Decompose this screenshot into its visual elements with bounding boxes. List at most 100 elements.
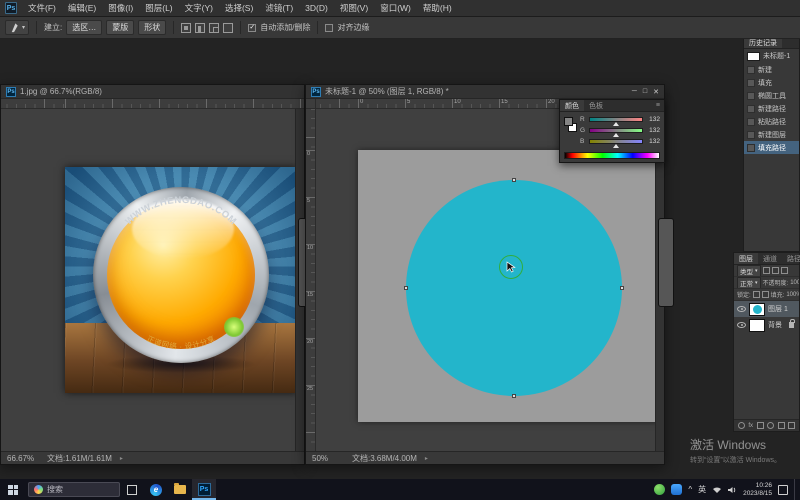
delete-layer-icon[interactable] xyxy=(788,422,795,429)
layer-thumbnail[interactable] xyxy=(749,303,765,316)
visibility-eye-icon[interactable] xyxy=(737,306,746,312)
path-operations-icon[interactable] xyxy=(181,23,191,33)
path-anchor-point[interactable] xyxy=(620,286,624,290)
green-slider[interactable] xyxy=(589,128,643,133)
make-mask-button[interactable]: 蒙版 xyxy=(106,20,134,35)
filter-pixel-icon[interactable] xyxy=(763,267,770,274)
foreground-color-swatch[interactable] xyxy=(564,117,573,126)
layer-row-background[interactable]: 背景 xyxy=(734,317,799,333)
adjustment-layer-icon[interactable] xyxy=(767,422,774,429)
taskbar-search-box[interactable]: 搜索 xyxy=(28,482,120,497)
slider-thumb[interactable] xyxy=(613,133,619,137)
slider-thumb[interactable] xyxy=(613,122,619,126)
path-anchor-point[interactable] xyxy=(512,178,516,182)
tab-color[interactable]: 颜色 xyxy=(560,100,584,111)
layer-style-fx-icon[interactable]: fx xyxy=(748,423,753,429)
wifi-icon[interactable] xyxy=(712,486,722,494)
layer-thumbnail[interactable] xyxy=(749,319,765,332)
menu-window[interactable]: 窗口(W) xyxy=(374,0,417,16)
menu-file[interactable]: 文件(F) xyxy=(22,0,62,16)
history-step[interactable]: 填充 xyxy=(744,76,799,89)
menu-type[interactable]: 文字(Y) xyxy=(179,0,219,16)
path-anchor-point[interactable] xyxy=(512,394,516,398)
document-right-titlebar[interactable]: Ps 未标题-1 @ 50% (图层 1, RGB/8) * ─ □ ✕ xyxy=(306,85,664,99)
tab-swatches[interactable]: 色板 xyxy=(584,100,608,111)
history-step[interactable]: 粘贴路径 xyxy=(744,115,799,128)
make-shape-button[interactable]: 形状 xyxy=(138,20,166,35)
menu-filter[interactable]: 滤镜(T) xyxy=(259,0,299,16)
history-step[interactable]: 椭圆工具 xyxy=(744,89,799,102)
foreground-background-swatches[interactable] xyxy=(564,115,577,145)
blue-value[interactable]: 132 xyxy=(646,138,660,145)
path-arrangement-icon[interactable] xyxy=(209,23,219,33)
scrollbar-thumb[interactable] xyxy=(658,218,674,307)
history-step[interactable]: 新建图层 xyxy=(744,128,799,141)
path-alignment-icon[interactable] xyxy=(195,23,205,33)
green-value[interactable]: 132 xyxy=(646,127,660,134)
lock-transparency-icon[interactable] xyxy=(753,291,760,298)
tray-green-app-icon[interactable] xyxy=(654,484,665,495)
action-center-icon[interactable] xyxy=(778,485,788,495)
filter-adjustment-icon[interactable] xyxy=(772,267,779,274)
panel-menu-icon[interactable]: ≡ xyxy=(652,102,664,109)
ruler-vertical[interactable]: 0 5 10 15 20 25 xyxy=(306,109,316,451)
path-anchor-point[interactable] xyxy=(404,286,408,290)
taskbar-clock[interactable]: 10:26 2023/8/15 xyxy=(743,482,772,498)
menu-layer[interactable]: 图层(L) xyxy=(139,0,178,16)
history-snapshot-row[interactable]: 未标题-1 xyxy=(744,49,799,63)
ruler-horizontal[interactable] xyxy=(1,99,304,109)
tab-layers[interactable]: 图层 xyxy=(734,253,758,264)
ruler-corner[interactable] xyxy=(306,99,316,109)
history-step-selected[interactable]: 填充路径 xyxy=(744,141,799,154)
maximize-button[interactable]: □ xyxy=(643,88,647,96)
geometry-options-icon[interactable] xyxy=(223,23,233,33)
edge-taskbar-button[interactable]: e xyxy=(144,479,168,500)
layer-row-layer1[interactable]: 图层 1 xyxy=(734,301,799,317)
blend-mode-dropdown[interactable]: 正常 ▾ xyxy=(737,277,761,289)
show-desktop-button[interactable] xyxy=(794,479,797,500)
make-selection-button[interactable]: 选区… xyxy=(66,20,102,35)
lock-position-icon[interactable] xyxy=(762,291,769,298)
file-explorer-button[interactable] xyxy=(168,479,192,500)
menu-view[interactable]: 视图(V) xyxy=(334,0,374,16)
ime-indicator[interactable]: 英 xyxy=(698,484,706,495)
start-button[interactable] xyxy=(0,479,26,500)
fill-value[interactable]: 100% xyxy=(786,292,799,298)
status-arrow-icon[interactable]: ▸ xyxy=(120,455,123,462)
filter-shape-icon[interactable] xyxy=(781,267,788,274)
close-button[interactable]: ✕ xyxy=(653,88,659,96)
new-layer-icon[interactable] xyxy=(778,422,785,429)
status-arrow-icon[interactable]: ▸ xyxy=(425,455,428,462)
red-slider[interactable] xyxy=(589,117,643,122)
tab-paths[interactable]: 路径 xyxy=(782,253,800,264)
slider-thumb[interactable] xyxy=(613,144,619,148)
minimize-button[interactable]: ─ xyxy=(632,88,637,96)
zoom-level-field[interactable]: 50% xyxy=(312,454,344,463)
blue-slider[interactable] xyxy=(589,139,643,144)
red-value[interactable]: 132 xyxy=(646,116,660,123)
layer-name[interactable]: 背景 xyxy=(768,320,782,330)
menu-3d[interactable]: 3D(D) xyxy=(299,0,334,16)
auto-add-delete-checkbox[interactable]: ✓ xyxy=(248,24,256,32)
layer-mask-icon[interactable] xyxy=(757,422,764,429)
tray-expand-arrow[interactable]: ^ xyxy=(688,485,692,494)
menu-image[interactable]: 图像(I) xyxy=(102,0,139,16)
filter-type-dropdown[interactable]: 类型 ▾ xyxy=(737,265,761,277)
history-step[interactable]: 新建 xyxy=(744,63,799,76)
scrollbar-vertical[interactable] xyxy=(295,109,304,451)
visibility-eye-icon[interactable] xyxy=(737,322,746,328)
menu-edit[interactable]: 编辑(E) xyxy=(62,0,102,16)
link-layers-icon[interactable] xyxy=(738,422,745,429)
task-view-button[interactable] xyxy=(120,479,144,500)
history-step[interactable]: 新建路径 xyxy=(744,102,799,115)
menu-help[interactable]: 帮助(H) xyxy=(417,0,458,16)
canvas-document[interactable] xyxy=(358,150,661,422)
opacity-value[interactable]: 100% xyxy=(790,280,799,286)
badge-image[interactable]: WWW.ZHENGDAO.COM 正道网络 · 设计分享 xyxy=(65,167,298,393)
tool-preset-picker[interactable]: ▾ xyxy=(5,20,29,35)
color-spectrum-ramp[interactable] xyxy=(564,152,660,159)
zoom-level-field[interactable]: 66.67% xyxy=(7,454,39,463)
menu-select[interactable]: 选择(S) xyxy=(219,0,259,16)
align-edges-checkbox[interactable] xyxy=(325,24,333,32)
cyan-circle-shape[interactable] xyxy=(406,180,622,396)
